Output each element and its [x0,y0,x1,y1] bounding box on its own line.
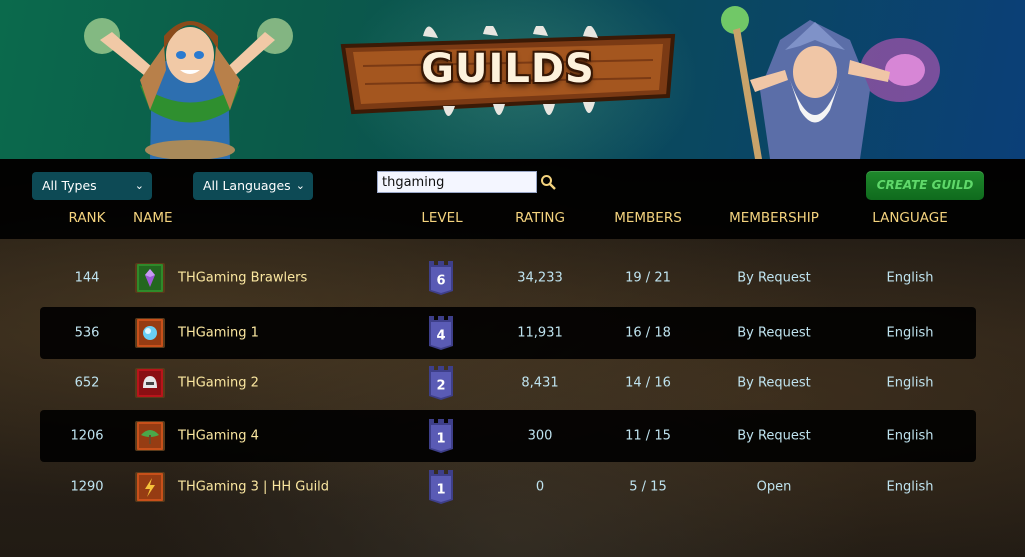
guild-crest [135,368,165,398]
header-rating[interactable]: RATING [515,210,565,226]
create-guild-button[interactable]: CREATE GUILD [866,171,984,200]
header-language[interactable]: LANGUAGE [872,210,948,226]
wizard-hero-illustration [721,6,940,159]
row-level: 2 [436,378,446,394]
row-guild-name[interactable]: THGaming 1 [178,326,259,341]
chevron-down-icon: ⌄ [134,179,144,192]
table-row[interactable]: 536 THGaming 1 4 11,931 16 / 18 By Reque… [40,307,976,359]
guilds-banner: GUILDS [0,0,1025,159]
header-rank[interactable]: RANK [68,210,105,226]
row-language: English [886,479,934,495]
table-row[interactable]: 652 THGaming 2 2 8,431 14 / 16 By Reques… [40,357,976,409]
row-membership: By Request [737,428,811,444]
table-row[interactable]: 1290 THGaming 3 | HH Guild 1 0 5 / 15 Op… [40,461,976,513]
guild-list-area: All Types ⌄ All Languages ⌄ CREATE GUILD… [0,159,1025,557]
row-language: English [886,325,934,341]
row-members: 14 / 16 [625,375,671,391]
row-membership: By Request [737,375,811,391]
row-members: 11 / 15 [625,428,671,444]
guild-crest [135,472,165,502]
row-language: English [886,428,934,444]
row-rating: 0 [535,479,545,495]
guild-type-select-label: All Types [42,178,97,193]
language-select[interactable]: All Languages ⌄ [193,172,313,200]
row-members: 5 / 15 [629,479,667,495]
row-level: 1 [436,431,446,447]
table-row[interactable]: 1206 THGaming 4 1 300 11 / 15 By Request… [40,410,976,462]
row-membership: Open [756,479,792,495]
row-guild-name[interactable]: THGaming 3 | HH Guild [178,480,329,495]
guild-crest [135,318,165,348]
row-members: 16 / 18 [625,325,671,341]
guild-type-select[interactable]: All Types ⌄ [32,172,152,200]
search-icon[interactable] [540,174,556,190]
row-guild-name[interactable]: THGaming 2 [178,376,259,391]
row-guild-name[interactable]: THGaming 4 [178,429,259,444]
row-rating: 300 [527,428,553,444]
row-rank: 144 [74,270,100,286]
row-rating: 8,431 [521,375,559,391]
row-rank: 1290 [70,479,104,495]
row-language: English [886,270,934,286]
druid-hero-illustration [84,18,293,159]
guild-crest [135,263,165,293]
chevron-down-icon: ⌄ [295,179,305,192]
guild-toolbar: All Types ⌄ All Languages ⌄ CREATE GUILD… [0,159,1025,239]
table-row[interactable]: 144 THGaming Brawlers 6 34,233 19 / 21 B… [40,252,976,304]
row-level: 6 [436,273,446,289]
header-membership[interactable]: MEMBERSHIP [729,210,819,226]
guild-crest [135,421,165,451]
row-level: 1 [436,482,446,498]
row-rating: 34,233 [517,270,563,286]
header-name[interactable]: NAME [133,210,173,226]
row-rank: 536 [74,325,100,341]
row-membership: By Request [737,325,811,341]
row-guild-name[interactable]: THGaming Brawlers [178,271,307,286]
row-rank: 652 [74,375,100,391]
row-level: 4 [436,328,446,344]
language-select-label: All Languages [203,178,291,193]
row-members: 19 / 21 [625,270,671,286]
banner-title: GUILDS [421,46,595,92]
row-language: English [886,375,934,391]
row-membership: By Request [737,270,811,286]
row-rank: 1206 [70,428,104,444]
header-level[interactable]: LEVEL [421,210,462,226]
guild-search-input[interactable] [377,171,537,193]
row-rating: 11,931 [517,325,563,341]
header-members[interactable]: MEMBERS [614,210,682,226]
